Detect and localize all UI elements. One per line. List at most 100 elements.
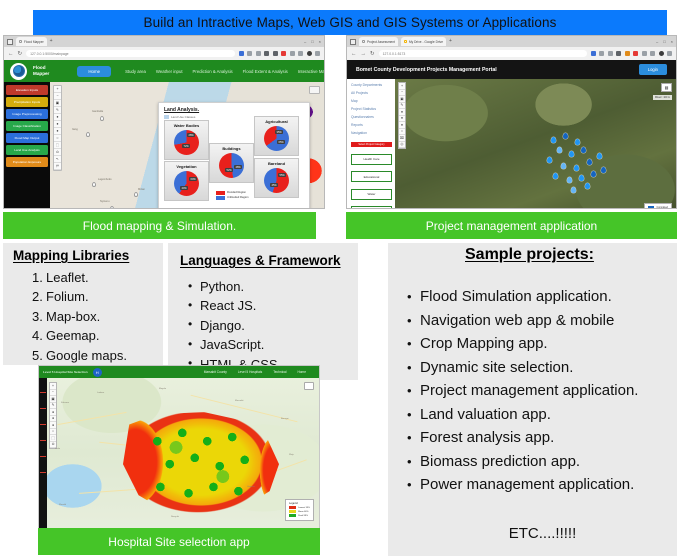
sidebar-button-population[interactable]: Population Exposure (6, 157, 48, 167)
locate-icon[interactable]: ◎ (399, 142, 405, 148)
sidebar-button-flood-output[interactable]: Flood Map Output (6, 133, 48, 143)
address-bar[interactable]: 127.0.0.1:5173 (378, 50, 587, 57)
zoom-out-icon[interactable]: − (54, 93, 61, 100)
extension-icon-1[interactable] (590, 51, 596, 56)
sidebar-item-questionnaires[interactable]: Questionnaires (351, 115, 392, 119)
map-pin-icon[interactable] (92, 182, 96, 187)
menu-icon[interactable] (667, 51, 672, 56)
back-icon[interactable]: ← (8, 51, 14, 57)
nav-link-marsabit-county[interactable]: Marsabit County (204, 370, 227, 374)
sidebar-item-county-departments[interactable]: County Departments (351, 83, 392, 87)
minimize-icon[interactable]: – (304, 39, 306, 44)
sidebar-button-classification[interactable]: Image Classification (6, 121, 48, 131)
back-icon[interactable]: ← (351, 51, 357, 57)
project-marker[interactable] (575, 138, 581, 146)
project-marker[interactable] (569, 150, 575, 158)
project-marker[interactable] (574, 164, 580, 172)
extension-icon-2[interactable] (599, 51, 604, 56)
nav-link-technical[interactable]: Technical (273, 370, 286, 374)
category-filter-bar[interactable]: Select Project Category (351, 142, 392, 147)
sidebar-item-map[interactable]: Map (351, 99, 392, 103)
category-water[interactable]: Water (351, 188, 392, 200)
project-marker[interactable] (587, 158, 593, 166)
draw-icon[interactable]: ✎ (54, 107, 61, 114)
map-pin-icon[interactable] (86, 132, 90, 137)
sidebar-button-preprocessing[interactable]: Image Preprocessing (6, 109, 48, 119)
project-marker[interactable] (579, 174, 585, 182)
maximize-icon[interactable]: □ (663, 39, 665, 44)
rectangle-icon[interactable]: ⬚ (54, 142, 61, 149)
bookmark-icon[interactable] (272, 51, 278, 56)
warning-icon[interactable] (624, 51, 630, 56)
project-marker[interactable] (557, 146, 563, 154)
reload-icon[interactable]: ↻ (18, 51, 23, 57)
profile-icon[interactable] (616, 51, 621, 56)
pin-icon[interactable]: ⛿ (54, 163, 61, 170)
fullscreen-icon[interactable]: ▣ (54, 100, 61, 107)
portal-satellite-map[interactable]: + − ▣ ✎ ● ● ● ○ ⌧ ◎ ▤ Mixed : 100 m Comp… (395, 79, 676, 208)
project-marker[interactable] (563, 132, 569, 140)
map-pin-icon[interactable] (110, 206, 114, 208)
puzzle-icon[interactable] (289, 51, 295, 56)
cast-icon[interactable] (298, 51, 303, 56)
nav-link[interactable]: Weather input (156, 69, 183, 74)
record-icon[interactable] (281, 51, 286, 56)
sidebar-item-all-projects[interactable]: All Projects (351, 91, 392, 95)
category-roads[interactable]: Roads (351, 206, 392, 208)
zoom-in-icon[interactable]: + (54, 86, 61, 93)
flood-map-canvas[interactable]: + − ▣ ✎ ● ● ● ○ ⬚ ⊙ ↖ ⛿ Gambella Itang L… (50, 82, 324, 208)
nav-home-button[interactable]: Home (77, 65, 112, 77)
project-marker[interactable] (551, 136, 557, 144)
nav-link[interactable]: Study area (125, 69, 146, 74)
nav-link-home[interactable]: Home (297, 370, 306, 374)
category-health-care[interactable]: Health Care (351, 153, 392, 165)
extension-icon-1[interactable] (238, 51, 244, 56)
hospital-map-canvas[interactable]: + − ▣ ✎ ● ● ● ○ ⬚ ⊙ Kakuma Lodwar Moyale… (39, 378, 319, 528)
new-tab-button[interactable]: + (449, 39, 452, 44)
sidebar-item-reports[interactable]: Reports (351, 123, 392, 127)
sidebar-button-land-use[interactable]: Land Use Analysis (6, 145, 48, 155)
browser-tab-project[interactable]: Project Assessment (359, 37, 398, 46)
project-marker[interactable] (601, 166, 607, 174)
browser-tab-flood[interactable]: Flood Mapper (16, 37, 47, 46)
category-educational[interactable]: Educational (351, 171, 392, 182)
new-tab-button[interactable]: + (50, 39, 53, 44)
polyline-icon[interactable]: ● (54, 121, 61, 128)
nav-link[interactable]: Flood Extent & Analysis (243, 69, 288, 74)
reload-icon[interactable]: ↻ (370, 51, 375, 57)
close-icon[interactable]: × (671, 39, 673, 44)
address-bar[interactable]: 127.0.0.1:5000/mainpage (26, 50, 235, 57)
marker-icon[interactable]: ● (54, 114, 61, 121)
menu-icon[interactable] (315, 51, 320, 56)
project-marker[interactable] (597, 152, 603, 160)
measure-icon[interactable]: ↖ (54, 156, 61, 163)
circle-icon[interactable]: ○ (54, 135, 61, 142)
extension-icon-3[interactable] (607, 51, 613, 56)
project-marker[interactable] (567, 176, 573, 184)
close-icon[interactable]: × (319, 39, 321, 44)
layers-control-button[interactable] (304, 382, 314, 390)
project-marker[interactable] (561, 162, 567, 170)
sidebar-button-precipitation[interactable]: Precipitation Inputs (6, 97, 48, 107)
locate-icon[interactable]: ⊙ (54, 149, 61, 156)
extension-icon-2[interactable] (247, 51, 252, 56)
map-pin-icon[interactable] (134, 192, 138, 197)
extension-icon-3[interactable] (255, 51, 261, 56)
project-marker[interactable] (571, 186, 577, 194)
project-marker[interactable] (591, 170, 597, 178)
profile-icon[interactable] (264, 51, 269, 56)
nav-link[interactable]: Prediction & Analysis (193, 69, 233, 74)
polygon-icon[interactable]: ● (54, 128, 61, 135)
project-marker[interactable] (581, 146, 587, 154)
project-marker[interactable] (553, 172, 559, 180)
puzzle-icon[interactable] (641, 51, 647, 56)
nav-link-level5-hospitals[interactable]: Level 5 Hospitals (238, 370, 262, 374)
forward-icon[interactable]: → (361, 51, 367, 57)
map-pin-icon[interactable] (100, 116, 104, 121)
cast-icon[interactable] (650, 51, 655, 56)
project-marker[interactable] (585, 182, 591, 190)
avatar[interactable] (306, 51, 312, 56)
nav-link[interactable]: Interactive Manual (298, 69, 324, 74)
project-marker[interactable] (547, 156, 553, 164)
avatar[interactable] (658, 51, 664, 56)
